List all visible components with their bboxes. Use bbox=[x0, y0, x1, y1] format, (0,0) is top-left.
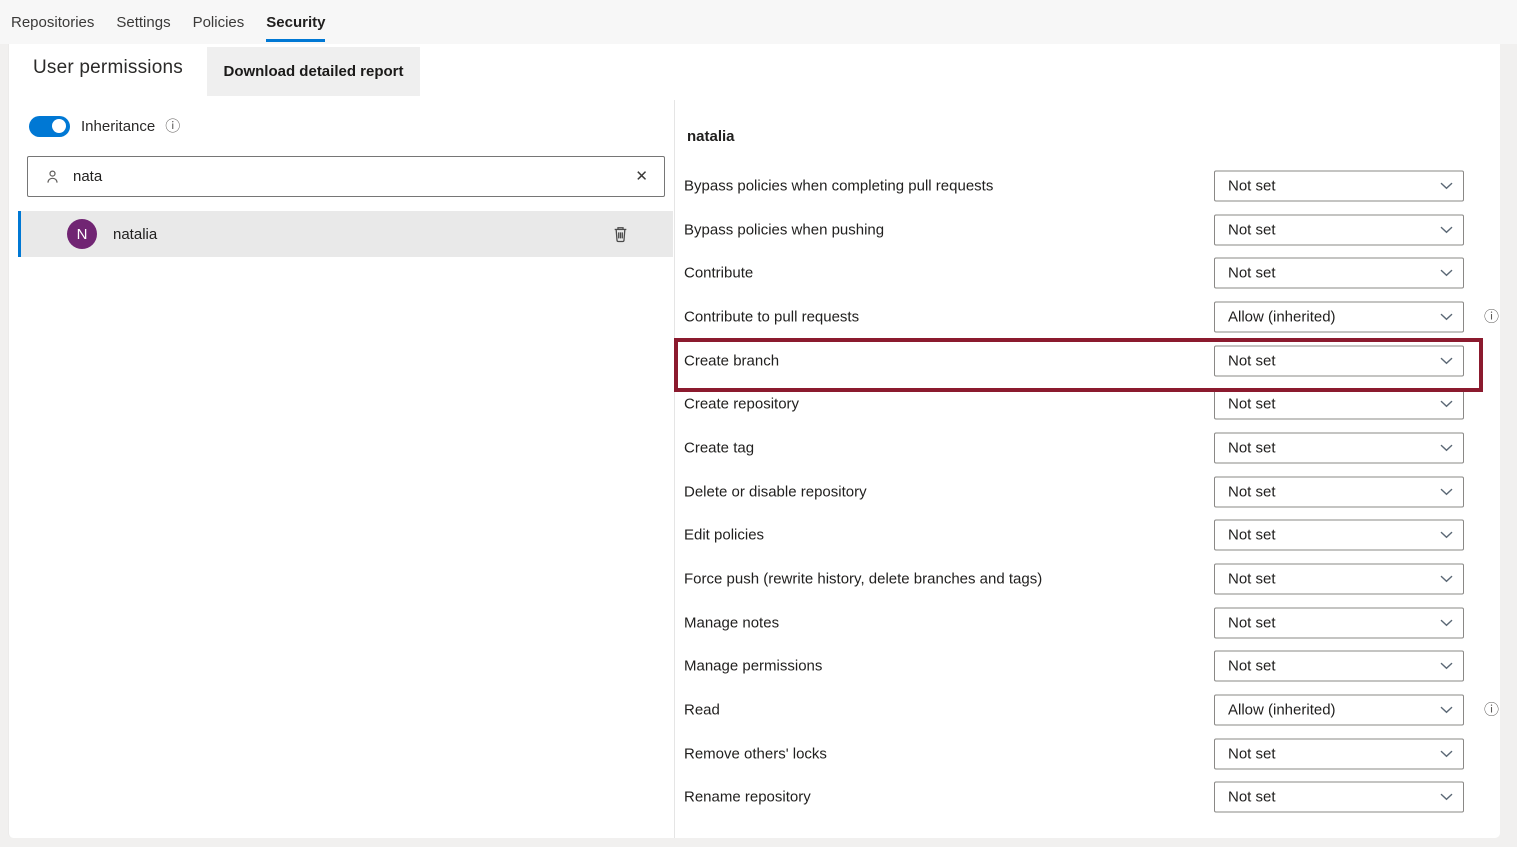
permission-row: Create repository Not set bbox=[9, 382, 1501, 426]
permission-value: Not set bbox=[1228, 527, 1440, 544]
top-navigation: Repositories Settings Policies Security bbox=[0, 0, 1517, 44]
chevron-down-icon bbox=[1440, 225, 1453, 234]
permission-value: Not set bbox=[1228, 745, 1440, 762]
permission-value: Not set bbox=[1228, 265, 1440, 282]
permission-label: Rename repository bbox=[684, 789, 811, 806]
permission-label: Create branch bbox=[684, 352, 779, 369]
permission-row: Remove others' locks Not set bbox=[9, 732, 1501, 776]
permission-label: Manage permissions bbox=[684, 658, 822, 675]
chevron-down-icon bbox=[1440, 487, 1453, 496]
permission-row: Edit policies Not set bbox=[9, 514, 1501, 558]
permission-label: Delete or disable repository bbox=[684, 483, 867, 500]
permission-row: Delete or disable repository Not set bbox=[9, 470, 1501, 514]
inheritance-label: Inheritance bbox=[81, 118, 155, 135]
security-panel: User permissions Download detailed repor… bbox=[8, 44, 1500, 838]
download-detailed-report-button[interactable]: Download detailed report bbox=[207, 47, 420, 96]
permission-value: Not set bbox=[1228, 439, 1440, 456]
permission-row: Contribute to pull requests Allow (inher… bbox=[9, 295, 1501, 339]
permissions-list: Bypass policies when completing pull req… bbox=[9, 164, 1501, 819]
tab-security[interactable]: Security bbox=[255, 0, 336, 44]
permission-row: Bypass policies when completing pull req… bbox=[9, 164, 1501, 208]
permission-dropdown[interactable]: Not set bbox=[1214, 564, 1464, 595]
chevron-down-icon bbox=[1440, 356, 1453, 365]
chevron-down-icon bbox=[1440, 706, 1453, 715]
permission-label: Contribute bbox=[684, 265, 753, 282]
permission-dropdown[interactable]: Not set bbox=[1214, 520, 1464, 551]
permission-row: Create branch Not set bbox=[9, 339, 1501, 383]
permission-dropdown[interactable]: Not set bbox=[1214, 651, 1464, 682]
chevron-down-icon bbox=[1440, 662, 1453, 671]
chevron-down-icon bbox=[1440, 749, 1453, 758]
permission-label: Bypass policies when completing pull req… bbox=[684, 177, 993, 194]
permission-row: Force push (rewrite history, delete bran… bbox=[9, 557, 1501, 601]
info-icon[interactable]: ⓘ bbox=[165, 119, 180, 134]
permission-row: Bypass policies when pushing Not set bbox=[9, 208, 1501, 252]
permission-dropdown[interactable]: Not set bbox=[1214, 389, 1464, 420]
permission-label: Edit policies bbox=[684, 527, 764, 544]
permission-value: Not set bbox=[1228, 352, 1440, 369]
permission-value: Not set bbox=[1228, 789, 1440, 806]
permission-dropdown[interactable]: Not set bbox=[1214, 170, 1464, 201]
permission-label: Read bbox=[684, 702, 720, 719]
permission-label: Contribute to pull requests bbox=[684, 308, 859, 325]
permission-value: Not set bbox=[1228, 177, 1440, 194]
chevron-down-icon bbox=[1440, 312, 1453, 321]
permission-value: Not set bbox=[1228, 396, 1440, 413]
permission-dropdown[interactable]: Not set bbox=[1214, 476, 1464, 507]
permission-dropdown[interactable]: Allow (inherited) bbox=[1214, 695, 1464, 726]
permission-label: Force push (rewrite history, delete bran… bbox=[684, 571, 1042, 588]
permission-dropdown[interactable]: Not set bbox=[1214, 607, 1464, 638]
permission-row: Contribute Not set bbox=[9, 251, 1501, 295]
permission-value: Allow (inherited) bbox=[1228, 702, 1440, 719]
permission-row: Read Allow (inherited) ⓘ bbox=[9, 688, 1501, 732]
chevron-down-icon bbox=[1440, 575, 1453, 584]
inherited-info-icon[interactable]: ⓘ bbox=[1484, 309, 1499, 324]
chevron-down-icon bbox=[1440, 443, 1453, 452]
permission-dropdown[interactable]: Allow (inherited) bbox=[1214, 301, 1464, 332]
permission-dropdown[interactable]: Not set bbox=[1214, 432, 1464, 463]
permission-value: Allow (inherited) bbox=[1228, 308, 1440, 325]
tab-settings[interactable]: Settings bbox=[105, 0, 181, 44]
chevron-down-icon bbox=[1440, 531, 1453, 540]
permission-dropdown[interactable]: Not set bbox=[1214, 214, 1464, 245]
inheritance-toggle[interactable] bbox=[29, 116, 70, 137]
permission-value: Not set bbox=[1228, 221, 1440, 238]
chevron-down-icon bbox=[1440, 400, 1453, 409]
permission-label: Manage notes bbox=[684, 614, 779, 631]
tab-policies[interactable]: Policies bbox=[182, 0, 256, 44]
permission-value: Not set bbox=[1228, 483, 1440, 500]
permission-dropdown[interactable]: Not set bbox=[1214, 738, 1464, 769]
toggle-knob bbox=[52, 119, 66, 133]
chevron-down-icon bbox=[1440, 793, 1453, 802]
chevron-down-icon bbox=[1440, 181, 1453, 190]
permission-value: Not set bbox=[1228, 571, 1440, 588]
permission-row: Manage permissions Not set bbox=[9, 645, 1501, 689]
inherited-info-icon[interactable]: ⓘ bbox=[1484, 703, 1499, 718]
selected-user-heading: natalia bbox=[687, 128, 735, 145]
chevron-down-icon bbox=[1440, 269, 1453, 278]
permission-dropdown[interactable]: Not set bbox=[1214, 345, 1464, 376]
permission-row: Create tag Not set bbox=[9, 426, 1501, 470]
permission-value: Not set bbox=[1228, 614, 1440, 631]
permission-label: Create tag bbox=[684, 439, 754, 456]
permission-dropdown[interactable]: Not set bbox=[1214, 782, 1464, 813]
permission-label: Bypass policies when pushing bbox=[684, 221, 884, 238]
page-title: User permissions bbox=[33, 57, 183, 79]
chevron-down-icon bbox=[1440, 618, 1453, 627]
permission-value: Not set bbox=[1228, 658, 1440, 675]
permission-label: Create repository bbox=[684, 396, 799, 413]
permission-dropdown[interactable]: Not set bbox=[1214, 258, 1464, 289]
tab-repositories[interactable]: Repositories bbox=[0, 0, 105, 44]
permission-label: Remove others' locks bbox=[684, 745, 827, 762]
permission-row: Rename repository Not set bbox=[9, 776, 1501, 820]
permission-row: Manage notes Not set bbox=[9, 601, 1501, 645]
